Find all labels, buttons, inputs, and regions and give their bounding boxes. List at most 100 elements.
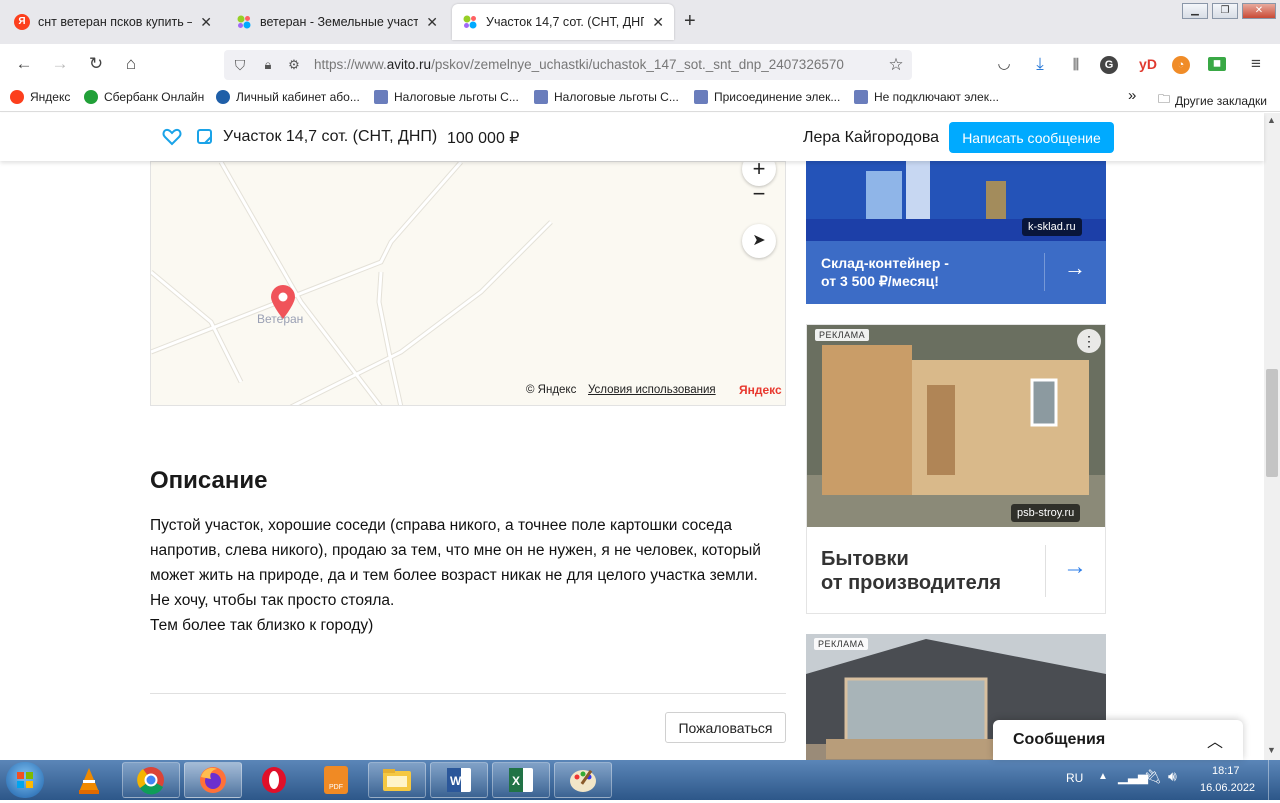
folder-icon: 🗀︎ — [1158, 92, 1171, 106]
ad-banner-storage-container[interactable]: k-sklad.ru Склад-контейнер - от 3 500 ₽/… — [806, 161, 1106, 304]
bookmarks-bar: Яндекс Сбербанк Онлайн Личный кабинет аб… — [0, 84, 1280, 112]
location-map[interactable]: Ветеран + − ➤ © Яндекс Условия использов… — [150, 161, 786, 406]
close-icon[interactable]: ✕ — [200, 14, 212, 31]
taskbar-explorer[interactable] — [368, 762, 426, 798]
chevron-up-icon[interactable]: ︿ — [1207, 728, 1223, 752]
home-icon[interactable]: ⌂ — [119, 52, 143, 76]
favorite-heart-icon[interactable] — [162, 127, 182, 152]
ad-divider — [1044, 253, 1045, 291]
listing-title: Участок 14,7 сот. (СНТ, ДНП) — [223, 128, 438, 145]
menu-hamburger-icon[interactable]: ≡ — [1244, 52, 1268, 76]
geolocation-arrow-icon[interactable]: ➤ — [742, 224, 776, 258]
ad-text-line1: Бытовки — [821, 548, 909, 570]
close-icon[interactable]: ✕ — [652, 14, 664, 31]
lock-icon[interactable]: 🔒︎ — [256, 53, 280, 77]
scrollbar-thumb[interactable] — [1266, 369, 1278, 477]
arrow-right-icon[interactable]: → — [1064, 255, 1086, 281]
reload-icon[interactable]: ↻ — [84, 52, 108, 76]
divider — [150, 693, 786, 694]
browser-nav-bar: ← → ↻ ⌂ ⛉ 🔒︎ ⚙ https://www.avito.ru/psko… — [0, 44, 1280, 84]
tax-icon — [374, 90, 388, 104]
bookmark-item[interactable]: Личный кабинет або... — [216, 90, 360, 104]
taskbar-excel[interactable]: X — [492, 762, 550, 798]
power-plug-icon[interactable]: 🔌︎ — [1144, 768, 1162, 785]
volume-icon[interactable]: 🔊︎ — [1168, 768, 1177, 785]
listing-sticky-header: Участок 14,7 сот. (СНТ, ДНП) 100 000 ₽ Л… — [0, 113, 1264, 161]
new-tab-plus-icon[interactable]: + — [684, 10, 696, 33]
description-line: Пустой участок, хорошие соседи (справа н… — [150, 517, 732, 534]
yandex-disk-icon[interactable]: yD — [1136, 52, 1160, 76]
bookmark-item[interactable]: Яндекс — [10, 90, 70, 104]
messages-title: Сообщения — [1013, 731, 1106, 748]
taskbar-paint[interactable] — [554, 762, 612, 798]
arrow-right-icon[interactable]: → — [1063, 553, 1087, 581]
zoom-out-button[interactable]: − — [742, 177, 776, 211]
note-edit-icon[interactable] — [196, 128, 214, 151]
avito-favicon-icon — [236, 14, 252, 30]
browser-tab-3[interactable]: Участок 14,7 сот. (СНТ, ДНП) н ✕ — [452, 4, 674, 40]
star-bookmark-icon[interactable]: ☆ — [884, 53, 908, 77]
svg-text:W: W — [450, 774, 462, 788]
more-options-icon[interactable]: ⋮ — [1077, 329, 1101, 353]
messages-panel[interactable]: Сообщения ︿ — [993, 720, 1243, 760]
close-window-button[interactable]: ✕ — [1242, 3, 1276, 19]
vlc-icon[interactable] — [74, 765, 104, 800]
bookmark-item[interactable]: Не подключают элек... — [854, 90, 999, 104]
restore-window-button[interactable]: ❐ — [1212, 3, 1238, 19]
browser-tab-2[interactable]: ветеран - Земельные участки ✕ — [226, 4, 448, 40]
scroll-up-arrow-icon[interactable]: ▲ — [1267, 115, 1276, 125]
ad-banner-cabins[interactable]: РЕКЛАМА ⋮ psb-stroy.ru Бытовки от произв… — [806, 324, 1106, 614]
forward-arrow-icon[interactable]: → — [48, 52, 72, 76]
g-extension-icon[interactable]: G — [1100, 56, 1118, 74]
listing-price: 100 000 ₽ — [447, 130, 520, 147]
bookmark-item[interactable]: Налоговые льготы С... — [534, 90, 679, 104]
language-indicator[interactable]: RU — [1066, 771, 1083, 785]
pocket-icon[interactable]: ◡ — [992, 52, 1016, 76]
bookmark-item[interactable]: Сбербанк Онлайн — [84, 90, 204, 104]
sberbank-icon — [84, 90, 98, 104]
taskbar-firefox[interactable] — [184, 762, 242, 798]
other-bookmarks-folder[interactable]: 🗀︎ Другие закладки — [1158, 90, 1267, 111]
svg-text:X: X — [512, 774, 520, 788]
ad-image — [807, 325, 1105, 527]
write-message-button[interactable]: Написать сообщение — [949, 122, 1114, 153]
page-scrollbar[interactable]: ▲ ▼ — [1264, 113, 1280, 760]
address-bar[interactable]: ⛉ 🔒︎ ⚙ https://www.avito.ru/pskov/zemeln… — [224, 50, 912, 80]
library-icon[interactable]: ⫼ — [1064, 52, 1088, 76]
bookmark-item[interactable]: Налоговые льготы С... — [374, 90, 519, 104]
clock-date[interactable]: 16.06.2022 — [1200, 782, 1255, 794]
taskbar-word[interactable]: W — [430, 762, 488, 798]
more-bookmarks-chevron-icon[interactable]: » — [1128, 87, 1136, 104]
download-icon[interactable]: ⤓ — [1028, 52, 1052, 76]
map-terms-link[interactable]: Условия использования — [588, 384, 716, 396]
yandex-maps-logo: Яндекс — [739, 383, 782, 397]
browser-tab-1[interactable]: Я снт ветеран псков купить — Ян ✕ — [4, 4, 222, 40]
description-line: может жить на природе, да и тем более во… — [150, 567, 758, 584]
tax-icon — [694, 90, 708, 104]
report-button[interactable]: Пожаловаться — [665, 712, 786, 743]
pdf-app-icon[interactable]: PDF — [320, 765, 352, 800]
extension-green-icon[interactable]: ◼ — [1208, 57, 1226, 71]
back-arrow-icon[interactable]: ← — [12, 52, 36, 76]
shield-icon[interactable]: ⛉ — [228, 53, 252, 77]
ad-label: РЕКЛАМА — [814, 638, 869, 650]
scroll-down-arrow-icon[interactable]: ▼ — [1267, 745, 1276, 755]
taskbar-chrome[interactable] — [122, 762, 180, 798]
ad-source-label: psb-stroy.ru — [1011, 504, 1081, 522]
svg-text:PDF: PDF — [329, 784, 343, 791]
ad-text-line1: Склад-контейнер - — [821, 255, 949, 271]
show-desktop-button[interactable] — [1268, 760, 1280, 800]
clock-time[interactable]: 18:17 — [1212, 765, 1240, 777]
extension-orange-icon[interactable]: ◔ — [1172, 56, 1190, 74]
minimize-window-button[interactable]: ▁ — [1182, 3, 1208, 19]
start-button-icon[interactable] — [6, 762, 44, 798]
opera-icon[interactable] — [258, 765, 290, 800]
close-icon[interactable]: ✕ — [426, 14, 438, 31]
permissions-icon[interactable]: ⚙ — [282, 53, 306, 77]
seller-name[interactable]: Лера Кайгородова — [803, 129, 939, 147]
yandex-favicon-icon: Я — [14, 14, 30, 30]
ad-label: РЕКЛАМА — [815, 329, 870, 341]
tray-expand-icon[interactable]: ▲ — [1098, 771, 1108, 782]
ad-source-label: k-sklad.ru — [1022, 218, 1082, 236]
bookmark-item[interactable]: Присоединение элек... — [694, 90, 840, 104]
